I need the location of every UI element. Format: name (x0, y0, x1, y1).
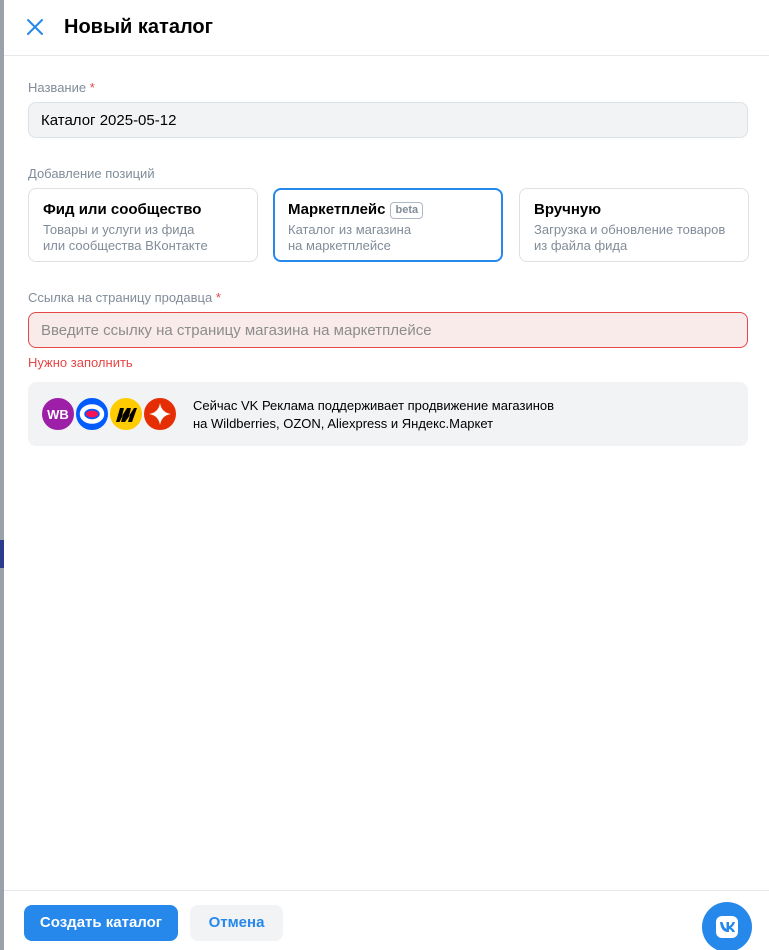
option-manual[interactable]: Вручную Загрузка и обновление товаров из… (519, 188, 749, 262)
marketplace-logos: WB (40, 396, 180, 432)
required-mark: * (89, 80, 95, 95)
option-description-line: или сообщества ВКонтакте (43, 238, 208, 253)
option-marketplace[interactable]: Маркетплейс beta Каталог из магазина на … (273, 188, 503, 262)
panel-header: Новый каталог (4, 0, 769, 56)
error-message: Нужно заполнить (28, 355, 133, 370)
vk-icon (716, 916, 738, 938)
option-description: Загрузка и обновление товаров из файла ф… (534, 222, 734, 254)
seller-link-label-text: Ссылка на страницу продавца (28, 290, 213, 305)
info-text-line: Сейчас VK Реклама поддерживает продвижен… (193, 398, 555, 413)
page-title: Новый каталог (64, 16, 213, 38)
cancel-button[interactable]: Отмена (190, 905, 283, 941)
name-field-label-text: Название (28, 80, 87, 95)
option-description-line: Каталог из магазина (288, 222, 412, 237)
marketplace-info-banner: WB Сейчас VK Реклама поддерживает продви… (28, 382, 748, 446)
vk-chat-button[interactable] (702, 902, 752, 950)
option-title: Вручную (534, 201, 602, 218)
wildberries-logo-text: WB (47, 407, 69, 422)
close-icon (27, 19, 43, 35)
panel-footer: Создать каталог Отмена (4, 890, 769, 950)
new-catalog-panel: Новый каталог Название * Добавление пози… (4, 0, 769, 950)
option-title: Маркетплейс beta (288, 201, 488, 219)
info-text: Сейчас VK Реклама поддерживает продвижен… (193, 397, 554, 433)
option-description-line: Загрузка и обновление товаров (534, 222, 726, 237)
option-description: Каталог из магазина на маркетплейсе (288, 222, 488, 254)
create-catalog-button[interactable]: Создать каталог (24, 905, 178, 941)
wildberries-logo: WB (40, 396, 76, 432)
aliexpress-logo (142, 396, 178, 432)
option-title: Фид или сообщество (43, 201, 202, 218)
option-description-line: из файла фида (534, 238, 628, 253)
option-description-line: Товары и услуги из фида (43, 222, 195, 237)
positions-label: Добавление позиций (28, 166, 155, 181)
catalog-name-input[interactable] (28, 102, 748, 138)
beta-badge: beta (390, 201, 424, 219)
seller-link-label: Ссылка на страницу продавца * (28, 290, 221, 306)
seller-link-input[interactable] (28, 312, 748, 348)
option-feed-or-community[interactable]: Фид или сообщество Товары и услуги из фи… (28, 188, 258, 262)
info-text-line: на Wildberries, OZON, Aliexpress и Яндек… (193, 416, 494, 431)
yandex-market-logo (108, 396, 144, 432)
option-description: Товары и услуги из фида или сообщества В… (43, 222, 243, 254)
name-field-label: Название * (28, 80, 95, 96)
ozon-logo (74, 396, 110, 432)
option-title-text: Маркетплейс (288, 201, 386, 218)
close-button[interactable] (22, 14, 48, 40)
option-description-line: на маркетплейсе (288, 238, 391, 253)
required-mark: * (215, 290, 221, 305)
